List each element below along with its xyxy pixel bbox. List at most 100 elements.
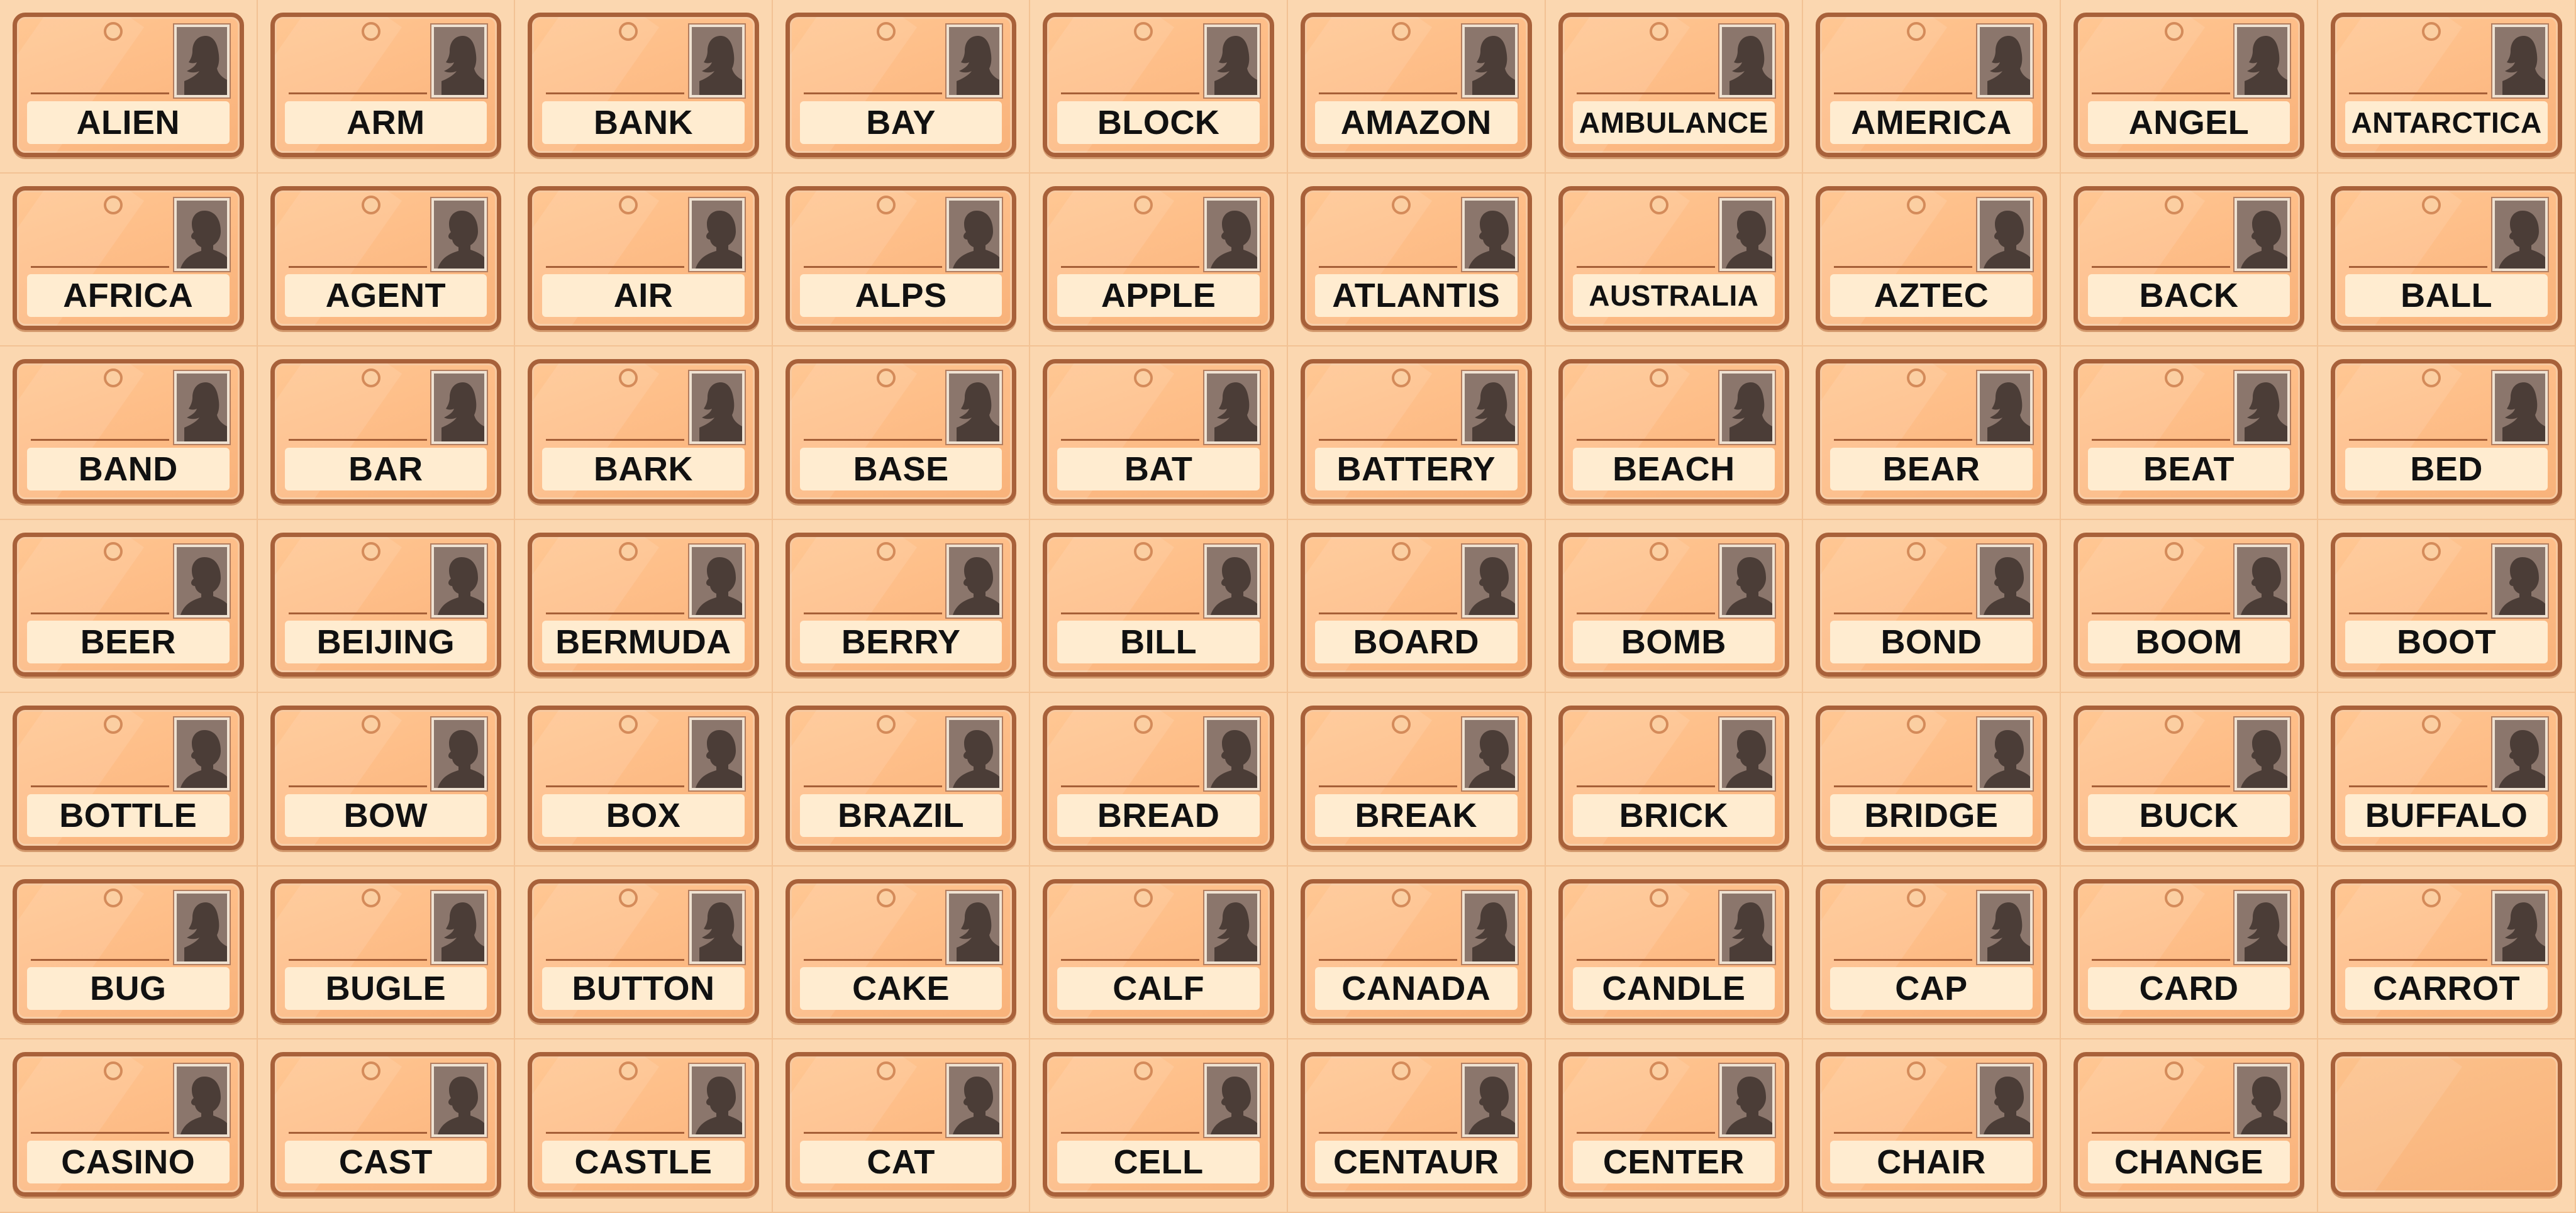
codename-card[interactable]: BRICK <box>1558 706 1790 850</box>
card-word: BEAR <box>1830 447 2033 490</box>
codename-card[interactable]: BEER <box>13 532 244 677</box>
codename-card[interactable]: AZTEC <box>1816 186 2047 331</box>
codename-card[interactable]: CARROT <box>2331 878 2562 1024</box>
card-word: BALL <box>2345 274 2548 318</box>
man-silhouette-icon <box>431 1064 487 1138</box>
codename-card[interactable]: BANK <box>528 13 759 157</box>
codename-card[interactable]: BUG <box>13 878 244 1024</box>
codename-card[interactable]: BOND <box>1816 532 2047 677</box>
codename-card[interactable]: BREAD <box>1043 706 1274 850</box>
codename-card[interactable]: ALIEN <box>13 13 244 157</box>
codename-card[interactable]: BOMB <box>1558 532 1790 677</box>
codename-card[interactable]: BOX <box>528 706 759 850</box>
codename-card[interactable]: BUFFALO <box>2331 706 2562 850</box>
codename-card[interactable]: ARM <box>270 13 502 157</box>
card-word: CANDLE <box>1572 967 1775 1011</box>
codename-card[interactable]: BAY <box>785 13 1017 157</box>
man-silhouette-icon <box>689 544 745 618</box>
board-cell: BAT <box>1030 346 1288 520</box>
board-cell: BEIJING <box>257 519 516 694</box>
codename-card[interactable]: AMAZON <box>1300 13 1532 157</box>
codename-card[interactable]: CASTLE <box>528 1052 759 1197</box>
codename-card[interactable]: BUGLE <box>270 878 502 1024</box>
codename-card[interactable]: BUTTON <box>528 878 759 1024</box>
woman-silhouette-icon <box>1719 371 1775 445</box>
codename-card[interactable]: AIR <box>528 186 759 331</box>
codename-card[interactable]: CANADA <box>1300 878 1532 1024</box>
codename-card[interactable]: BOTTLE <box>13 706 244 850</box>
woman-silhouette-icon <box>1204 890 1260 964</box>
codename-card[interactable]: BOOM <box>2073 532 2305 677</box>
codename-card[interactable]: BERMUDA <box>528 532 759 677</box>
codename-card[interactable]: ANGEL <box>2073 13 2305 157</box>
codename-card[interactable]: CENTER <box>1558 1052 1790 1197</box>
codename-card[interactable]: BEAR <box>1816 359 2047 504</box>
man-silhouette-icon <box>1977 197 2033 271</box>
badge-hole-icon <box>104 888 123 907</box>
codename-card[interactable]: BLOCK <box>1043 13 1274 157</box>
codename-card[interactable]: ALPS <box>785 186 1017 331</box>
codename-card[interactable]: AUSTRALIA <box>1558 186 1790 331</box>
codename-card[interactable]: BERRY <box>785 532 1017 677</box>
codename-card[interactable]: BRIDGE <box>1816 706 2047 850</box>
codename-card[interactable]: CENTAUR <box>1300 1052 1532 1197</box>
blank-card[interactable] <box>2331 1052 2562 1197</box>
card-word: BEAT <box>2087 447 2290 490</box>
codename-card[interactable]: ANTARCTICA <box>2331 13 2562 157</box>
codename-card[interactable]: CAP <box>1816 878 2047 1024</box>
codename-card[interactable]: BOARD <box>1300 532 1532 677</box>
codename-card[interactable]: CAST <box>270 1052 502 1197</box>
codename-card[interactable]: BEIJING <box>270 532 502 677</box>
codename-card[interactable]: CALF <box>1043 878 1274 1024</box>
codename-card[interactable]: BOW <box>270 706 502 850</box>
woman-silhouette-icon <box>2492 25 2548 97</box>
board-cell: BRIDGE <box>1803 693 2061 867</box>
card-word: CAKE <box>799 967 1002 1011</box>
man-silhouette-icon <box>431 197 487 271</box>
codename-card[interactable]: AFRICA <box>13 186 244 331</box>
codename-card[interactable]: BUCK <box>2073 706 2305 850</box>
man-silhouette-icon <box>174 197 230 271</box>
codename-card[interactable]: CHAIR <box>1816 1052 2047 1197</box>
codename-card[interactable]: CAT <box>785 1052 1017 1197</box>
badge-hole-icon <box>2164 541 2184 561</box>
codename-card[interactable]: CHANGE <box>2073 1052 2305 1197</box>
codename-card[interactable]: AMBULANCE <box>1558 13 1790 157</box>
man-silhouette-icon <box>947 197 1002 271</box>
codename-card[interactable]: AGENT <box>270 186 502 331</box>
codename-card[interactable]: BARK <box>528 359 759 504</box>
codename-card[interactable]: BILL <box>1043 532 1274 677</box>
card-word: BED <box>2345 447 2548 490</box>
codename-card[interactable]: BACK <box>2073 186 2305 331</box>
board-cell <box>2318 1039 2576 1213</box>
man-silhouette-icon <box>1204 717 1260 791</box>
codename-card[interactable]: BATTERY <box>1300 359 1532 504</box>
codename-card[interactable]: CAKE <box>785 878 1017 1024</box>
man-silhouette-icon <box>1462 717 1518 791</box>
man-silhouette-icon <box>689 717 745 791</box>
codename-card[interactable]: BEAT <box>2073 359 2305 504</box>
badge-hole-icon <box>876 541 896 561</box>
codename-card[interactable]: BREAK <box>1300 706 1532 850</box>
codename-card[interactable]: CASINO <box>13 1052 244 1197</box>
card-word: BUG <box>27 967 230 1011</box>
codename-card[interactable]: ATLANTIS <box>1300 186 1532 331</box>
codename-card[interactable]: BALL <box>2331 186 2562 331</box>
woman-silhouette-icon <box>2235 890 2290 964</box>
codename-card[interactable]: BASE <box>785 359 1017 504</box>
codename-card[interactable]: BAR <box>270 359 502 504</box>
codename-card[interactable]: BAND <box>13 359 244 504</box>
codename-card[interactable]: CARD <box>2073 878 2305 1024</box>
codename-card[interactable]: AMERICA <box>1816 13 2047 157</box>
codename-card[interactable]: BEACH <box>1558 359 1790 504</box>
name-line <box>803 785 942 788</box>
codename-card[interactable]: BED <box>2331 359 2562 504</box>
name-line <box>31 265 169 268</box>
codename-card[interactable]: BOOT <box>2331 532 2562 677</box>
card-word: BEACH <box>1572 447 1775 490</box>
codename-card[interactable]: BRAZIL <box>785 706 1017 850</box>
codename-card[interactable]: CANDLE <box>1558 878 1790 1024</box>
codename-card[interactable]: APPLE <box>1043 186 1274 331</box>
codename-card[interactable]: BAT <box>1043 359 1274 504</box>
codename-card[interactable]: CELL <box>1043 1052 1274 1197</box>
